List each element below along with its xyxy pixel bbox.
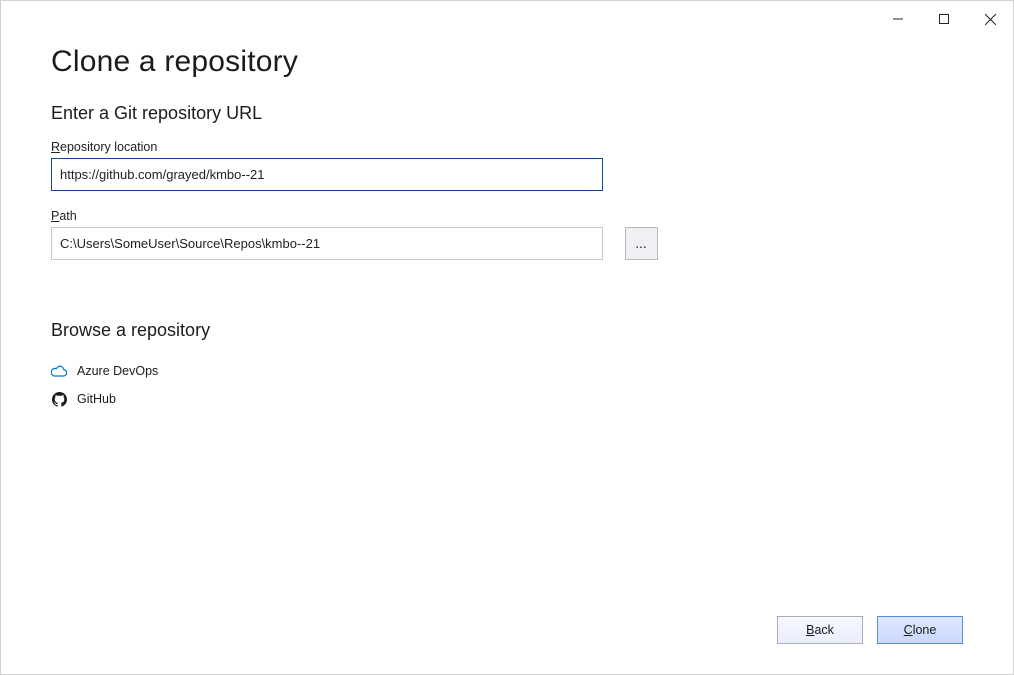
path-field: Path ...	[51, 209, 963, 280]
maximize-button[interactable]	[921, 7, 967, 31]
path-row: ...	[51, 227, 963, 260]
footer-buttons: Back Clone	[777, 616, 963, 644]
back-button[interactable]: Back	[777, 616, 863, 644]
section-enter-url: Enter a Git repository URL	[51, 103, 963, 124]
section-browse-repo: Browse a repository	[51, 320, 963, 341]
provider-azure-devops[interactable]: Azure DevOps	[51, 357, 963, 385]
browse-path-button[interactable]: ...	[625, 227, 658, 260]
repo-location-field: Repository location	[51, 140, 963, 191]
path-label: Path	[51, 209, 963, 223]
cloud-icon	[51, 363, 67, 379]
provider-github[interactable]: GitHub	[51, 385, 963, 413]
content-area: Clone a repository Enter a Git repositor…	[51, 41, 963, 654]
provider-label: GitHub	[77, 392, 116, 406]
page-title: Clone a repository	[51, 45, 963, 79]
provider-label: Azure DevOps	[77, 364, 158, 378]
github-icon	[51, 391, 67, 407]
close-button[interactable]	[967, 7, 1013, 31]
titlebar-controls	[875, 1, 1013, 31]
provider-list: Azure DevOps GitHub	[51, 357, 963, 413]
repo-location-input[interactable]	[51, 158, 603, 191]
minimize-button[interactable]	[875, 7, 921, 31]
clone-button[interactable]: Clone	[877, 616, 963, 644]
repo-location-label: Repository location	[51, 140, 963, 154]
dialog-window: Clone a repository Enter a Git repositor…	[0, 0, 1014, 675]
path-input[interactable]	[51, 227, 603, 260]
